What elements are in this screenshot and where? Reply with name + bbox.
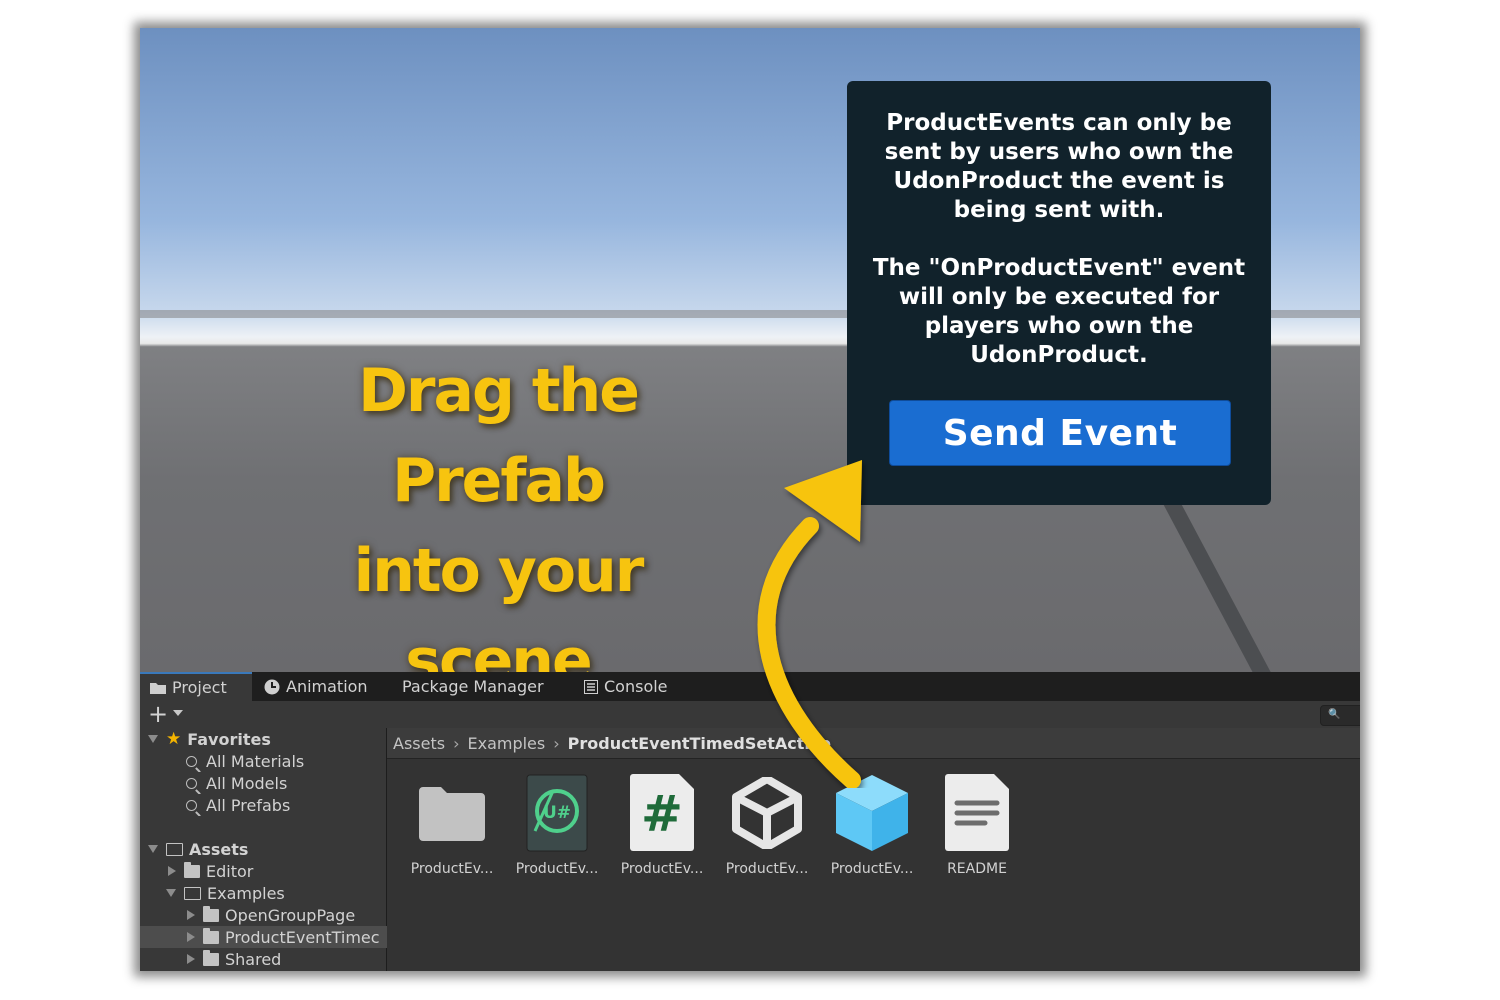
text-document-icon (937, 773, 1017, 853)
breadcrumb-assets[interactable]: Assets (393, 734, 445, 753)
asset-label: ProductEv... (620, 861, 704, 877)
screenshot-frame: ProductEvents can only be sent by users … (140, 28, 1360, 971)
folder-icon (203, 949, 219, 966)
asset-tile[interactable]: ProductEv... (824, 773, 920, 883)
create-dropdown-caret[interactable] (173, 710, 183, 716)
expand-arrow-icon[interactable] (148, 735, 158, 743)
tree-item-label: Editor (206, 861, 254, 881)
search-filter-icon (186, 777, 197, 789)
collapse-arrow-icon[interactable] (187, 910, 195, 920)
tab-animation-label: Animation (286, 677, 368, 696)
breadcrumb-examples[interactable]: Examples (467, 734, 545, 753)
folder-icon (203, 905, 219, 922)
tree-item-assets[interactable]: Assets (140, 838, 394, 860)
search-filter-icon (186, 755, 197, 767)
tree-item-label: Examples (207, 883, 285, 903)
tree-item-favorites[interactable]: ★ Favorites (140, 728, 394, 750)
tree-item-label: Assets (189, 839, 249, 859)
tab-project-label: Project (172, 678, 227, 697)
expand-arrow-icon[interactable] (148, 845, 158, 853)
tree-item-label: OpenGroupPage (225, 905, 356, 925)
udonsharp-program-icon: U# (517, 773, 597, 853)
tree-item-label: All Prefabs (206, 795, 291, 815)
callout-line-2: into your scene (353, 536, 645, 672)
asset-label: README (947, 861, 1007, 877)
collapse-arrow-icon[interactable] (187, 954, 195, 964)
project-tree: ★ Favorites All Materials All Models All… (140, 728, 433, 971)
star-icon: ★ (166, 729, 182, 749)
tree-item-editor[interactable]: Editor (140, 860, 414, 882)
folder-open-icon (166, 842, 183, 856)
tab-console-label: Console (604, 677, 668, 696)
collapse-arrow-icon[interactable] (168, 866, 176, 876)
chevron-right-icon: › (553, 733, 560, 753)
tab-project[interactable]: Project (140, 672, 252, 701)
tree-item-label: Favorites (187, 729, 271, 749)
ground-grid-line (1160, 490, 1283, 672)
search-input[interactable]: 🔍 (1320, 705, 1360, 726)
expand-arrow-icon[interactable] (166, 889, 176, 897)
csharp-script-icon: # (622, 773, 702, 853)
tab-package-manager-label: Package Manager (402, 677, 544, 696)
folder-icon (203, 927, 219, 944)
curved-arrow-icon (757, 460, 862, 788)
clock-icon (264, 679, 280, 695)
callout-line-1: Drag the Prefab (358, 356, 640, 516)
folder-open-icon (184, 886, 201, 900)
asset-tile[interactable]: U# ProductEv... (509, 773, 605, 883)
folder-icon (412, 773, 492, 853)
search-icon: 🔍 (1328, 709, 1341, 720)
info-paragraph-1: ProductEvents can only be sent by users … (884, 110, 1234, 223)
asset-label: ProductEv... (830, 861, 914, 877)
tab-animation[interactable]: Animation (264, 672, 384, 701)
tree-item-label: Shared (225, 949, 282, 969)
asset-tile[interactable]: ProductEv... (404, 773, 500, 883)
info-paragraph-2: The "OnProductEvent" event will only be … (872, 255, 1246, 368)
drag-prefab-callout: Drag the Prefab into your scene (258, 346, 738, 672)
collapse-arrow-icon[interactable] (187, 932, 195, 942)
asset-tile[interactable]: ProductEv... (719, 773, 815, 883)
svg-text:#: # (641, 785, 683, 843)
tree-item-label: ProductEventTimec (225, 927, 380, 947)
send-event-button[interactable]: Send Event (889, 400, 1231, 466)
create-button[interactable]: + (148, 701, 168, 728)
search-filter-icon (186, 799, 197, 811)
asset-tile[interactable]: # ProductEv... (614, 773, 710, 883)
asset-label: ProductEv... (515, 861, 599, 877)
info-panel: ProductEvents can only be sent by users … (847, 81, 1271, 505)
console-icon (584, 679, 598, 694)
folder-icon (184, 861, 200, 878)
asset-label: ProductEv... (410, 861, 494, 877)
chevron-right-icon: › (453, 733, 460, 753)
tree-item-label: All Materials (206, 751, 305, 771)
tree-item-examples[interactable]: Examples (140, 882, 412, 904)
folder-icon (150, 681, 166, 694)
tab-package-manager[interactable]: Package Manager (402, 672, 567, 701)
asset-tile[interactable]: README (929, 773, 1025, 883)
tree-item-label: All Models (206, 773, 288, 793)
asset-label: ProductEv... (725, 861, 809, 877)
tab-console[interactable]: Console (584, 672, 694, 701)
